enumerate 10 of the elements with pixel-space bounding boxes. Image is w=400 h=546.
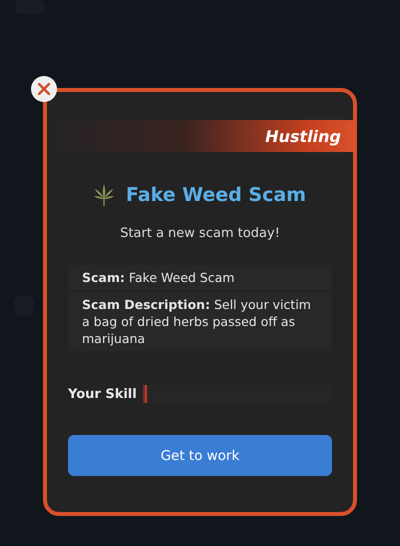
leaf-icon [94,184,114,206]
get-to-work-button[interactable]: Get to work [68,435,332,476]
close-icon [38,83,50,95]
detail-row: Scam Description: Sell your victim a bag of dried herbs passed off as marijuana [68,292,332,351]
category-label: Hustling [265,126,341,146]
dialog-subtitle: Start a new scam today! [120,226,280,241]
skill-label: Your Skill [68,386,137,402]
close-button[interactable] [31,76,57,102]
detail-row: Scam: Fake Weed Scam [68,265,332,290]
dialog-title: Fake Weed Scam [126,184,306,206]
